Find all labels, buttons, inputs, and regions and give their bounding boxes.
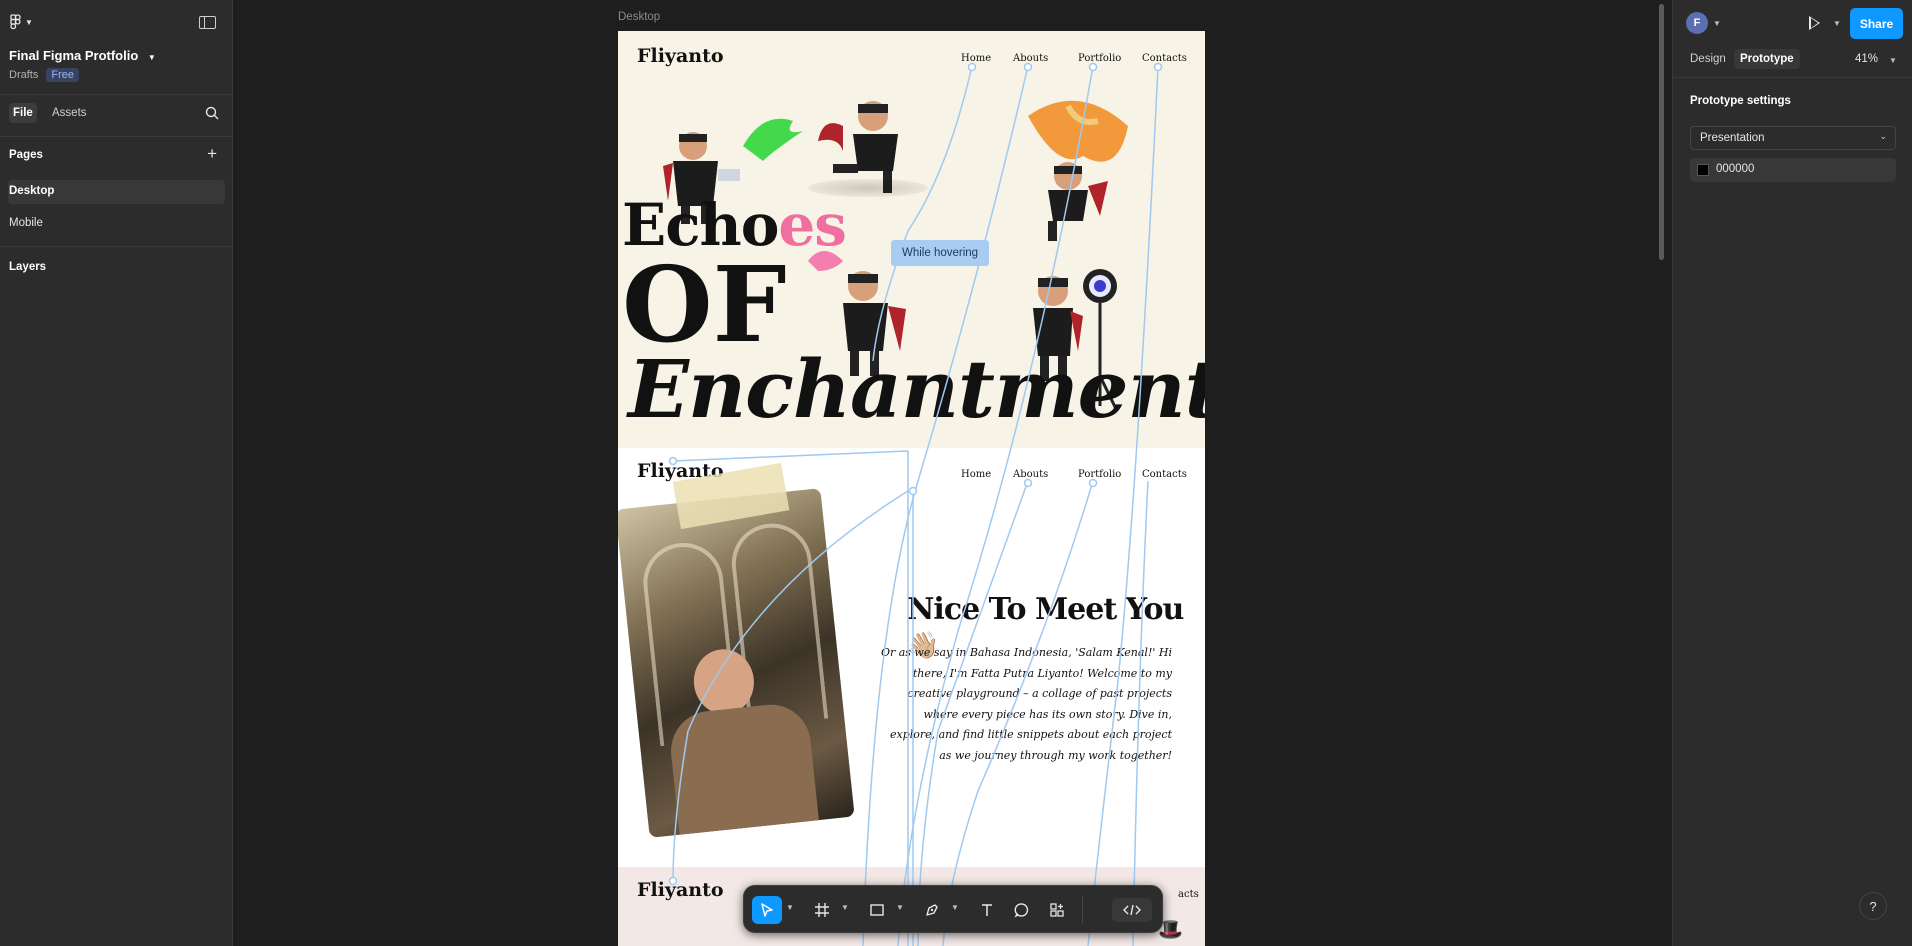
chevron-down-icon: ▼ [147,53,156,62]
device-select-value: Presentation [1700,132,1765,144]
project-meta: Drafts Free [9,68,79,82]
text-tool-button[interactable] [972,896,1002,924]
page-item-desktop[interactable]: Desktop [8,180,225,204]
search-icon[interactable] [205,106,219,120]
comment-icon [1014,903,1029,918]
project-title: Final Figma Protfolio [9,48,139,63]
prototype-settings-heading: Prototype settings [1690,95,1791,107]
code-icon [1123,904,1141,916]
tab-file[interactable]: File [9,103,37,123]
chevron-down-icon: ⌄ [1879,131,1887,141]
right-sidebar: F ▼ ▼ Share Design Prototype 41% ▼ Proto… [1672,0,1912,946]
desktop-frame[interactable]: Fliyanto Home Abouts Portfolio Contacts [618,31,1205,946]
frame-icon [815,903,829,917]
toggle-sidebar-icon[interactable] [199,16,216,29]
plan-badge: Free [46,68,79,82]
figma-logo-icon [10,14,21,30]
cursor-icon [761,903,773,917]
divider [0,136,232,137]
comment-tool-button[interactable] [1007,896,1037,924]
help-button[interactable]: ? [1859,892,1887,920]
divider [0,246,232,247]
main-menu-button[interactable]: ▼ [10,14,33,30]
chevron-down-icon[interactable]: ▼ [841,903,849,912]
left-panel-tabs: File Assets [0,103,233,127]
toolbar-divider [1082,896,1083,924]
hover-trigger-tooltip[interactable]: While hovering [891,240,990,266]
figma-editor: ▼ Final Figma Protfolio ▼ Drafts Free Fi… [0,0,1912,946]
canvas-scrollbar[interactable] [1659,4,1664,260]
pages-heading: Pages [9,149,43,161]
actions-tool-button[interactable] [1042,896,1072,924]
frame-label[interactable]: Desktop [618,11,660,23]
left-sidebar: ▼ Final Figma Protfolio ▼ Drafts Free Fi… [0,0,233,946]
project-location[interactable]: Drafts [9,69,38,81]
device-select[interactable]: Presentation ⌄ [1690,126,1896,150]
pen-icon [926,904,938,916]
chevron-down-icon: ▼ [25,17,33,27]
chevron-down-icon[interactable]: ▼ [1713,19,1721,28]
actions-icon [1050,903,1064,917]
chevron-down-icon[interactable]: ▼ [951,903,959,912]
move-tool-button[interactable] [752,896,782,924]
chevron-down-icon[interactable]: ▼ [1889,56,1897,65]
divider [1673,77,1912,78]
bottom-toolbar: ▼ ▼ ▼ ▼ [743,885,1163,933]
divider [0,94,232,95]
add-page-icon[interactable]: + [207,145,217,162]
color-swatch[interactable] [1697,164,1709,176]
dev-mode-toggle[interactable] [1112,898,1152,922]
chevron-down-icon[interactable]: ▼ [896,903,904,912]
text-icon [982,904,992,916]
zoom-level[interactable]: 41% [1855,53,1878,65]
share-button[interactable]: Share [1850,8,1903,39]
tab-assets[interactable]: Assets [52,107,87,119]
shape-tool-button[interactable] [862,896,892,924]
left-topbar: ▼ [0,0,232,46]
tab-prototype[interactable]: Prototype [1734,49,1800,69]
pen-tool-button[interactable] [917,896,947,924]
canvas[interactable]: Desktop Fliyanto Home Abouts Portfolio C… [234,0,1672,946]
frame-tool-button[interactable] [807,896,837,924]
rectangle-icon [870,904,884,916]
chevron-down-icon[interactable]: ▼ [786,903,794,912]
chevron-down-icon[interactable]: ▼ [1833,19,1841,28]
background-color-field[interactable]: 000000 [1690,158,1896,182]
present-play-icon[interactable] [1809,16,1820,30]
page-item-mobile[interactable]: Mobile [8,212,225,236]
tab-design[interactable]: Design [1690,53,1726,65]
avatar[interactable]: F [1686,12,1708,34]
layers-heading: Layers [9,261,47,273]
prototype-connections [668,62,1163,946]
background-color-value[interactable]: 000000 [1716,163,1754,175]
project-title-button[interactable]: Final Figma Protfolio ▼ [9,48,156,63]
